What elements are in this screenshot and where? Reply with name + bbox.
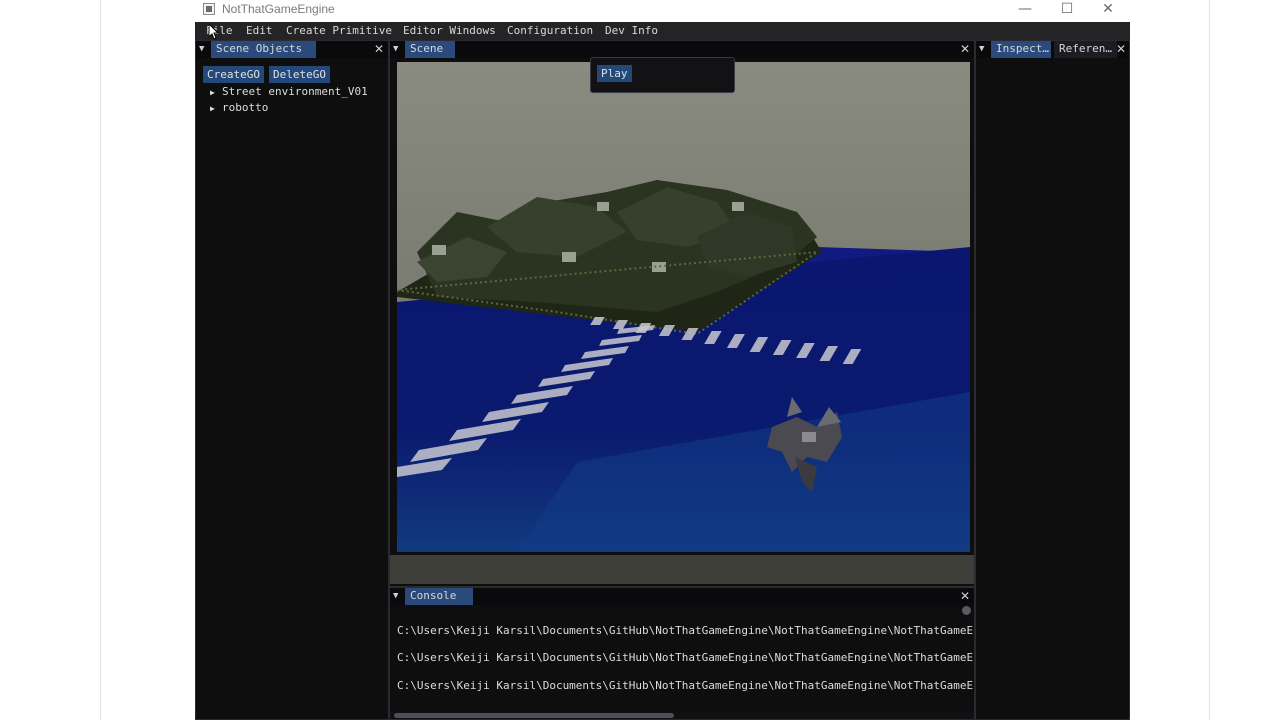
scene-objects-panel: ▼ Scene Objects ✕ CreateGO DeleteGO ▶ Str… (195, 40, 389, 720)
inspector-header: ▼ Inspect… Referen… ✕ (976, 41, 1129, 58)
scene-header: ▼ Scene ✕ (390, 41, 974, 58)
menu-bar: File Edit Create Primitive Editor Window… (195, 22, 1130, 40)
scene-bottom-strip (390, 555, 974, 584)
tab-scene[interactable]: Scene (405, 41, 455, 58)
create-go-button[interactable]: CreateGO (203, 66, 264, 83)
scrollbar-thumb[interactable] (394, 713, 674, 718)
tab-inspector[interactable]: Inspect… (991, 41, 1051, 58)
close-window-button[interactable]: ✕ (1088, 0, 1128, 22)
menu-create-primitive[interactable]: Create Primitive (286, 24, 392, 37)
console-header: ▼ Console ✕ (390, 588, 974, 605)
title-bar: NotThatGameEngine — ☐ ✕ (195, 0, 1130, 22)
play-popup: Play (590, 57, 735, 93)
tree-item-label: Street environment_V01 (222, 85, 368, 98)
console-panel: ▼ Console ✕ C:\Users\Keiji Karsil\Docume… (389, 587, 975, 720)
console-line: C:\Users\Keiji Karsil\Documents\GitHub\N… (397, 679, 975, 692)
menu-configuration[interactable]: Configuration (507, 24, 593, 37)
delete-go-button[interactable]: DeleteGO (269, 66, 330, 83)
desktop-edge-right (1209, 0, 1210, 720)
scene-viewport[interactable] (397, 62, 970, 552)
collapse-icon[interactable]: ▼ (393, 588, 398, 605)
close-icon[interactable]: ✕ (960, 41, 970, 58)
tab-scene-objects[interactable]: Scene Objects (211, 41, 316, 58)
tree-arrow-icon[interactable]: ▶ (210, 104, 222, 113)
console-line: C:\Users\Keiji Karsil\Documents\GitHub\N… (397, 651, 975, 664)
desktop-edge-left (100, 0, 101, 720)
collapse-icon[interactable]: ▼ (199, 41, 204, 58)
tab-references[interactable]: Referen… (1054, 41, 1117, 58)
minimize-button[interactable]: — (1005, 0, 1045, 22)
console-line: C:\Users\Keiji Karsil\Documents\GitHub\N… (397, 624, 975, 637)
menu-editor-windows[interactable]: Editor Windows (403, 24, 496, 37)
mouse-cursor-icon (209, 24, 219, 40)
close-icon[interactable]: ✕ (374, 41, 384, 58)
collapse-icon[interactable]: ▼ (979, 41, 984, 58)
tree-arrow-icon[interactable]: ▶ (210, 88, 222, 97)
play-button[interactable]: Play (597, 65, 632, 82)
tree-item-robotto[interactable]: ▶ robotto (210, 101, 268, 114)
collapse-icon[interactable]: ▼ (393, 41, 398, 58)
close-icon[interactable]: ✕ (1116, 41, 1126, 58)
close-icon[interactable]: ✕ (960, 588, 970, 605)
tree-item-street-environment[interactable]: ▶ Street environment_V01 (210, 85, 368, 98)
scene-panel: ▼ Scene ✕ Play (389, 40, 975, 587)
scene-objects-header: ▼ Scene Objects ✕ (196, 41, 388, 58)
scene-render (397, 62, 970, 552)
maximize-button[interactable]: ☐ (1047, 0, 1087, 22)
window-title: NotThatGameEngine (222, 2, 335, 16)
horizontal-scrollbar[interactable] (390, 712, 974, 719)
menu-dev-info[interactable]: Dev Info (605, 24, 658, 37)
vertical-scrollbar[interactable] (962, 606, 971, 615)
menu-edit[interactable]: Edit (246, 24, 273, 37)
app-window: NotThatGameEngine — ☐ ✕ File Edit Create… (195, 0, 1130, 720)
inspector-panel: ▼ Inspect… Referen… ✕ (975, 40, 1130, 720)
tree-item-label: robotto (222, 101, 269, 114)
app-icon (203, 3, 215, 15)
tab-console[interactable]: Console (405, 588, 473, 605)
